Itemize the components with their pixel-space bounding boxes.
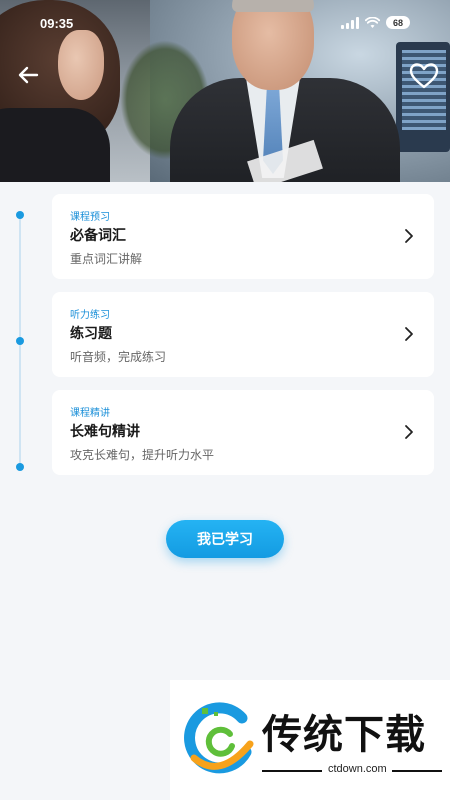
- lesson-subtitle: 攻克长难句，提升听力水平: [70, 448, 215, 462]
- arrow-left-icon: [18, 66, 39, 84]
- signal-icon: [341, 16, 359, 29]
- lesson-tag: 课程精讲: [70, 408, 110, 419]
- watermark-url: ctdown.com: [328, 763, 387, 775]
- lesson-subtitle: 听音频，完成练习: [70, 350, 167, 364]
- mark-learned-button[interactable]: 我已学习: [166, 520, 284, 558]
- lesson-card-sentences[interactable]: 课程精讲 长难句精讲 攻克长难句，提升听力水平: [52, 390, 434, 475]
- status-icons: 68: [341, 16, 410, 29]
- heart-outline-icon: [409, 63, 439, 89]
- lesson-subtitle: 重点词汇讲解: [70, 252, 143, 266]
- lesson-title: 必备词汇: [70, 228, 126, 244]
- lesson-card-vocabulary[interactable]: 课程预习 必备词汇 重点词汇讲解: [52, 194, 434, 279]
- chevron-right-icon: [405, 229, 413, 243]
- watermark: 传统下载 ctdown.com: [170, 680, 450, 800]
- favorite-button[interactable]: [408, 60, 440, 92]
- lesson-tag: 听力练习: [70, 310, 110, 321]
- status-time: 09:35: [40, 16, 74, 31]
- lesson-title: 长难句精讲: [70, 424, 140, 440]
- timeline-dot: [16, 211, 24, 219]
- watermark-brand: 传统下载: [262, 712, 426, 758]
- hero-monitor: [396, 42, 450, 152]
- battery-indicator: 68: [386, 16, 410, 29]
- timeline-dot: [16, 337, 24, 345]
- ctdown-logo-icon: [184, 702, 254, 774]
- lesson-card-exercise[interactable]: 听力练习 练习题 听音频，完成练习: [52, 292, 434, 377]
- timeline-dot: [16, 463, 24, 471]
- back-button[interactable]: [16, 62, 42, 88]
- chevron-right-icon: [405, 425, 413, 439]
- lesson-tag: 课程预习: [70, 212, 110, 223]
- lesson-title: 练习题: [70, 326, 112, 342]
- chevron-right-icon: [405, 327, 413, 341]
- wifi-icon: [365, 16, 380, 28]
